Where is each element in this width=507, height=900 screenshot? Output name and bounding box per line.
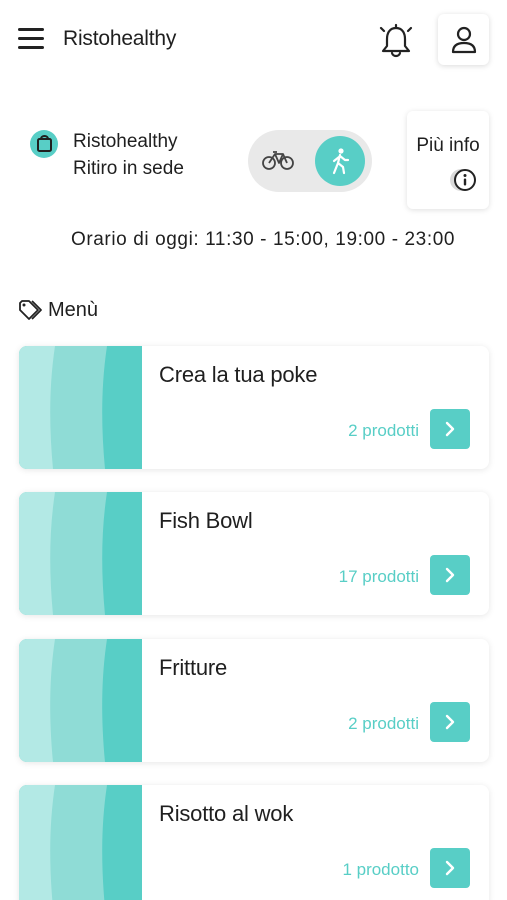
category-image <box>19 639 142 762</box>
category-image <box>19 492 142 615</box>
app-title: Ristohealthy <box>63 27 177 50</box>
open-category-button[interactable] <box>430 555 470 595</box>
chevron-right-icon <box>445 860 455 876</box>
user-profile-button[interactable] <box>438 14 489 65</box>
open-category-button[interactable] <box>430 702 470 742</box>
category-title: Fish Bowl <box>159 508 253 533</box>
category-image <box>19 785 142 900</box>
category-title: Risotto al wok <box>159 801 294 826</box>
info-icon <box>449 167 477 198</box>
more-info-button[interactable]: Più info <box>407 111 489 209</box>
category-title: Fritture <box>159 655 228 680</box>
chevron-right-icon <box>445 421 455 437</box>
menu-heading-label: Menù <box>48 299 99 321</box>
open-category-button[interactable] <box>430 848 470 888</box>
user-icon <box>451 26 476 53</box>
product-count: 17 prodotti <box>338 567 419 586</box>
bell-icon[interactable] <box>378 22 414 60</box>
chevron-right-icon <box>445 714 455 730</box>
category-card[interactable]: Fish Bowl 17 prodotti <box>19 492 489 615</box>
product-count: 1 prodotto <box>342 860 419 879</box>
category-title: Crea la tua poke <box>159 362 318 387</box>
app-screen: Ristohealthy Ristohealthy Ritiro in sede… <box>0 0 507 900</box>
category-image <box>19 346 142 469</box>
category-card[interactable]: Crea la tua poke 2 prodotti <box>19 346 489 469</box>
open-category-button[interactable] <box>430 409 470 449</box>
shopping-bag-icon <box>30 130 58 158</box>
walking-icon[interactable] <box>315 136 365 186</box>
store-name: Ristohealthy <box>73 131 178 152</box>
top-bar: Ristohealthy <box>0 0 507 80</box>
store-mode: Ritiro in sede <box>73 158 184 179</box>
opening-hours: Orario di oggi: 11:30 - 15:00, 19:00 - 2… <box>70 229 456 250</box>
bicycle-icon[interactable] <box>261 149 295 176</box>
more-info-label: Più info <box>416 135 480 156</box>
product-count: 2 prodotti <box>348 421 419 440</box>
delivery-pickup-toggle[interactable] <box>248 130 372 192</box>
category-card[interactable]: Fritture 2 prodotti <box>19 639 489 762</box>
tag-icon <box>18 299 46 326</box>
product-count: 2 prodotti <box>348 714 419 733</box>
category-card[interactable]: Risotto al wok 1 prodotto <box>19 785 489 900</box>
chevron-right-icon <box>445 567 455 583</box>
menu-icon[interactable] <box>18 28 44 50</box>
